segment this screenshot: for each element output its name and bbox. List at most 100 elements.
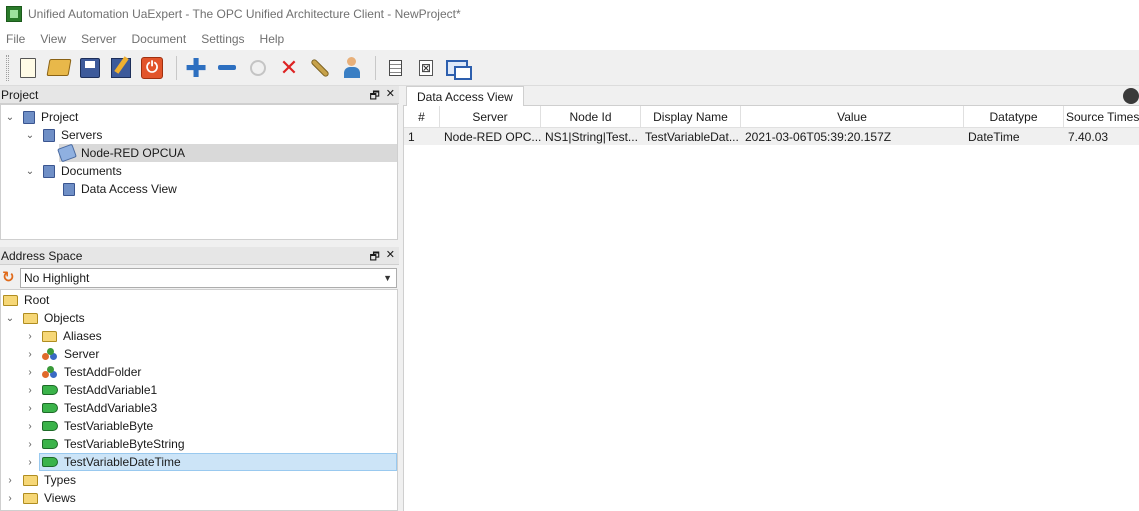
- tree-item-label: Node-RED OPCUA: [81, 146, 186, 160]
- column-header-server[interactable]: Server: [440, 106, 541, 128]
- connect-icon: [250, 59, 266, 76]
- add-server-button[interactable]: ✚: [183, 55, 209, 81]
- chevron-right-icon[interactable]: ›: [23, 421, 37, 432]
- table-row[interactable]: 1 Node-RED OPC... NS1|String|Test... Tes…: [404, 128, 1139, 145]
- user-button[interactable]: [338, 55, 364, 81]
- column-header-value[interactable]: Value: [741, 106, 964, 128]
- folder-icon: [42, 330, 57, 342]
- tree-item-test-variable-datetime[interactable]: TestVariableDateTime: [39, 453, 397, 471]
- tree-item-test-add-folder[interactable]: › TestAddFolder: [23, 363, 141, 381]
- menu-view[interactable]: View: [40, 32, 66, 46]
- variable-icon: [42, 385, 58, 395]
- project-tree: ⌄ Project ⌄ Servers Node-RED OPCUA ⌄ Doc…: [0, 104, 398, 240]
- menu-document[interactable]: Document: [131, 32, 186, 46]
- column-header-display-name[interactable]: Display Name: [641, 106, 741, 128]
- chevron-right-icon[interactable]: ›: [23, 385, 37, 396]
- windows-icon: [446, 59, 472, 80]
- new-project-button[interactable]: [15, 55, 41, 81]
- tree-item-label: TestVariableByteString: [64, 437, 185, 451]
- tree-item-project[interactable]: ⌄ Project: [3, 108, 79, 126]
- menu-settings[interactable]: Settings: [201, 32, 244, 46]
- add-document-button[interactable]: [382, 55, 408, 81]
- project-icon: [23, 110, 35, 124]
- folder-icon: [23, 474, 38, 486]
- chevron-down-icon[interactable]: ⌄: [23, 166, 37, 177]
- highlight-dropdown[interactable]: No Highlight ▼: [20, 268, 397, 288]
- menu-help[interactable]: Help: [260, 32, 285, 46]
- tree-item-test-add-variable1[interactable]: › TestAddVariable1: [23, 381, 157, 399]
- tree-item-test-add-variable3[interactable]: › TestAddVariable3: [23, 399, 157, 417]
- toolbar-grip[interactable]: [6, 54, 9, 81]
- cell-datatype: DateTime: [968, 129, 1020, 144]
- project-panel-title: Project: [1, 87, 39, 102]
- tree-item-test-variable-datetime-expander[interactable]: ›: [23, 453, 37, 471]
- chevron-right-icon[interactable]: ›: [23, 403, 37, 414]
- tree-item-server[interactable]: › Server: [23, 345, 99, 363]
- chevron-down-icon[interactable]: ⌄: [3, 313, 17, 324]
- settings-button[interactable]: [307, 55, 333, 81]
- tree-item-label: Root: [24, 293, 50, 307]
- remove-server-button[interactable]: [214, 55, 240, 81]
- tree-item-label: Aliases: [63, 329, 102, 343]
- column-header-datatype[interactable]: Datatype: [964, 106, 1064, 128]
- column-header-index[interactable]: #: [404, 106, 440, 128]
- grid-header: # Server Node Id Display Name Value Data…: [404, 106, 1139, 128]
- folder-icon: [43, 164, 55, 178]
- chevron-right-icon[interactable]: ›: [23, 331, 37, 342]
- chevron-right-icon[interactable]: ›: [23, 457, 37, 468]
- address-panel-title: Address Space: [1, 248, 83, 263]
- chevron-right-icon[interactable]: ›: [23, 439, 37, 450]
- wrench-icon: [310, 57, 330, 78]
- save-project-button[interactable]: [77, 55, 103, 81]
- chevron-right-icon[interactable]: ›: [23, 367, 37, 378]
- tree-item-servers[interactable]: ⌄ Servers: [23, 126, 103, 144]
- new-icon: [20, 57, 36, 78]
- folder-icon: [23, 312, 38, 324]
- close-tab-icon[interactable]: [1123, 88, 1139, 104]
- quit-button[interactable]: ⏻: [139, 55, 165, 81]
- variable-icon: [42, 421, 58, 431]
- chevron-down-icon[interactable]: ⌄: [3, 112, 17, 123]
- chevron-down-icon[interactable]: ▼: [383, 273, 392, 283]
- connect-button[interactable]: [245, 55, 271, 81]
- column-header-node-id[interactable]: Node Id: [541, 106, 641, 128]
- folder-icon: [43, 128, 55, 142]
- tree-item-label: Objects: [44, 311, 85, 325]
- tree-item-test-variable-bytestring[interactable]: › TestVariableByteString: [23, 435, 185, 453]
- app-icon: [6, 6, 22, 22]
- tree-item-label: TestVariableByte: [64, 419, 154, 433]
- close-panel-icon[interactable]: ✕: [386, 248, 395, 267]
- tree-item-types[interactable]: › Types: [3, 471, 76, 489]
- delete-icon: ✕: [279, 54, 299, 80]
- folder-icon: [23, 492, 38, 504]
- chevron-down-icon[interactable]: ⌄: [23, 130, 37, 141]
- float-panel-icon[interactable]: 🗗: [369, 248, 379, 267]
- document-icon: [388, 59, 402, 76]
- remove-document-button[interactable]: ⊠: [413, 55, 439, 81]
- save-icon: [80, 57, 100, 78]
- tree-item-root[interactable]: Root: [3, 291, 49, 309]
- save-as-button[interactable]: [108, 55, 134, 81]
- disconnect-button[interactable]: ✕: [276, 55, 302, 81]
- tree-item-data-access-view[interactable]: Data Access View: [63, 180, 177, 198]
- tree-item-label: TestAddFolder: [64, 365, 142, 379]
- chevron-right-icon[interactable]: ›: [3, 493, 17, 504]
- tree-item-aliases[interactable]: › Aliases: [23, 327, 102, 345]
- tree-item-objects[interactable]: ⌄ Objects: [3, 309, 85, 327]
- document-x-icon: ⊠: [419, 59, 433, 76]
- tree-item-test-variable-byte[interactable]: › TestVariableByte: [23, 417, 153, 435]
- menu-server[interactable]: Server: [81, 32, 116, 46]
- tab-data-access-view[interactable]: Data Access View: [406, 86, 524, 107]
- tree-item-node-red-opcua[interactable]: Node-RED OPCUA: [57, 143, 397, 163]
- tree-item-documents[interactable]: ⌄ Documents: [23, 162, 122, 180]
- column-header-source-timestamp[interactable]: Source Timest: [1064, 106, 1139, 128]
- window-button[interactable]: [444, 55, 472, 81]
- variable-icon: [42, 403, 58, 413]
- tree-item-views[interactable]: › Views: [3, 489, 75, 507]
- open-project-button[interactable]: [46, 55, 72, 81]
- chevron-right-icon[interactable]: ›: [23, 349, 37, 360]
- menu-file[interactable]: File: [6, 32, 25, 46]
- tree-item-label: TestAddVariable3: [64, 401, 158, 415]
- chevron-right-icon[interactable]: ›: [3, 475, 17, 486]
- refresh-icon[interactable]: ↻: [2, 270, 18, 286]
